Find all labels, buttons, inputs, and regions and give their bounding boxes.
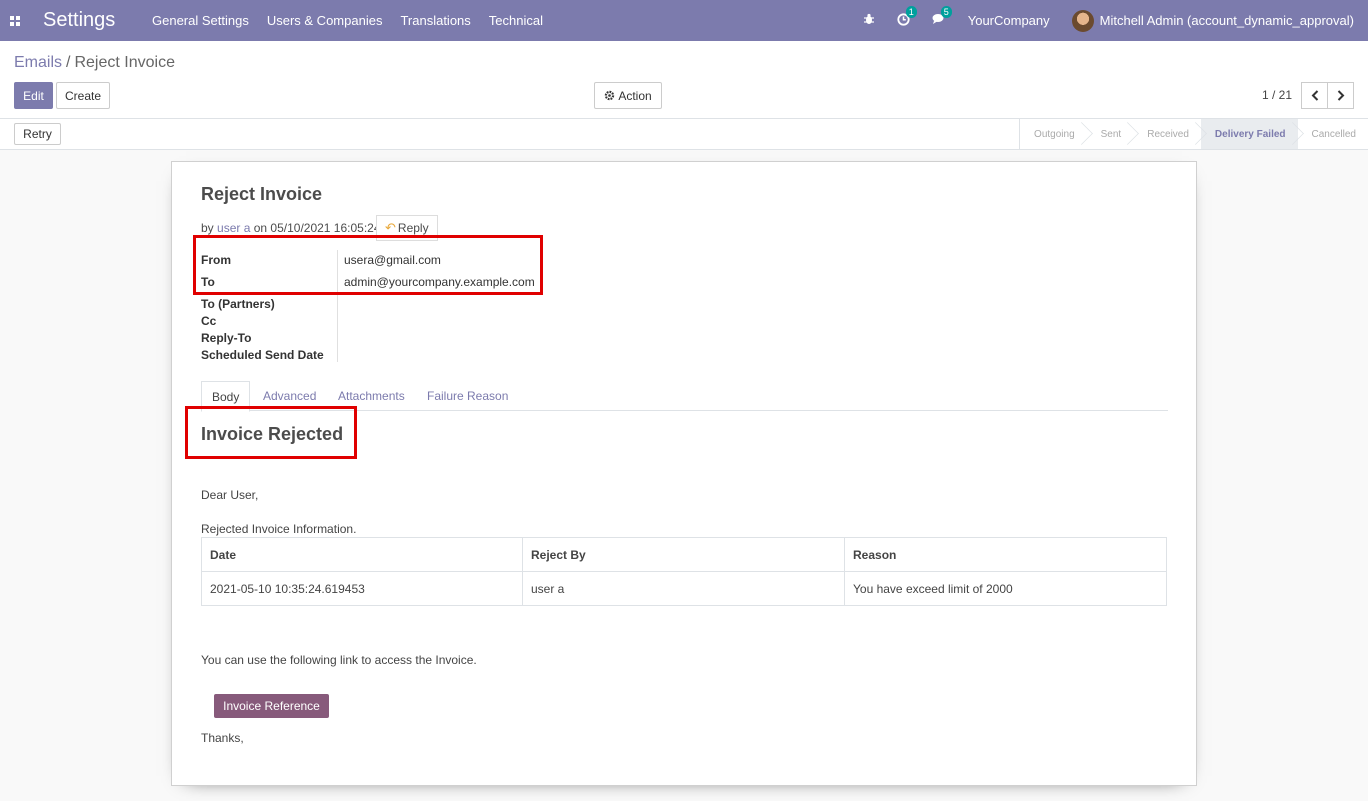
cell-reason: You have exceed limit of 2000 xyxy=(844,571,1167,606)
activity-badge: 1 xyxy=(905,5,917,18)
column-header-reject-by: Reject By xyxy=(522,537,845,572)
stage-outgoing[interactable]: Outgoing xyxy=(1020,119,1087,149)
body-link-text: You can use the following link to access… xyxy=(201,653,477,667)
highlight-box-from-to xyxy=(193,235,543,295)
form-sheet: Reject Invoice by user a on 05/10/2021 1… xyxy=(171,161,1197,786)
chevron-left-icon xyxy=(1311,90,1318,101)
cell-reject-by: user a xyxy=(522,571,845,606)
byline-date: on 05/10/2021 16:05:24 xyxy=(253,221,381,235)
breadcrumb-current: Reject Invoice xyxy=(74,54,175,71)
gear-icon xyxy=(605,90,615,101)
stage-sent[interactable]: Sent xyxy=(1087,119,1134,149)
cell-date: 2021-05-10 10:35:24.619453 xyxy=(201,571,523,606)
column-header-date: Date xyxy=(201,537,523,572)
stage-pipeline: Outgoing Sent Received Delivery Failed C… xyxy=(1019,119,1368,149)
chevron-right-icon xyxy=(1337,90,1344,101)
pager-previous-button[interactable] xyxy=(1301,82,1328,109)
create-button[interactable]: Create xyxy=(56,82,110,109)
messages-badge: 5 xyxy=(940,6,952,18)
body-info: Rejected Invoice Information. xyxy=(201,522,357,536)
user-name: Mitchell Admin (account_dynamic_approval… xyxy=(1099,13,1354,28)
field-label-reply-to: Reply-To xyxy=(201,331,252,345)
menu-technical[interactable]: Technical xyxy=(489,13,543,28)
body-thanks: Thanks, xyxy=(201,731,244,745)
tab-failure-reason[interactable]: Failure Reason xyxy=(427,381,508,411)
breadcrumb: Emails / Reject Invoice xyxy=(14,54,175,72)
apps-menu-icon[interactable] xyxy=(1,0,29,41)
reject-info-table: Date Reject By Reason 2021-05-10 10:35:2… xyxy=(201,537,1167,606)
pager-value[interactable]: 1 / 21 xyxy=(1262,88,1292,102)
author-link[interactable]: user a xyxy=(217,221,250,235)
user-avatar xyxy=(1071,9,1094,32)
control-panel: Emails / Reject Invoice Edit Create Action… xyxy=(0,41,1368,119)
highlight-box-heading xyxy=(185,406,357,459)
breadcrumb-separator: / xyxy=(66,54,71,71)
activity-clock-icon[interactable]: 1 xyxy=(897,5,917,29)
action-button[interactable]: Action xyxy=(594,82,662,109)
reply-label: Reply xyxy=(397,221,429,235)
byline-prefix: by xyxy=(201,221,214,235)
app-title: Settings xyxy=(43,9,116,31)
column-header-reason: Reason xyxy=(844,537,1167,572)
form-statusbar: Retry Outgoing Sent Received Delivery Fa… xyxy=(0,119,1368,150)
field-label-cc: Cc xyxy=(201,314,217,328)
action-label: Action xyxy=(618,88,652,103)
stage-delivery-failed[interactable]: Delivery Failed xyxy=(1200,119,1298,149)
invoice-reference-button[interactable]: Invoice Reference xyxy=(214,694,329,718)
user-menu[interactable]: Mitchell Admin (account_dynamic_approval… xyxy=(1071,9,1354,32)
table-row: 2021-05-10 10:35:24.619453 user a You ha… xyxy=(201,571,1167,606)
mail-subject: Reject Invoice xyxy=(201,184,323,204)
pager-next-button[interactable] xyxy=(1327,82,1354,109)
top-navbar: Settings General Settings Users & Compan… xyxy=(0,0,1368,41)
company-switcher[interactable]: YourCompany xyxy=(968,13,1050,28)
table-header-row: Date Reject By Reason xyxy=(201,537,1167,572)
reply-arrow-icon: ↶ xyxy=(385,220,396,235)
mail-byline: by user a on 05/10/2021 16:05:24 xyxy=(201,221,381,235)
field-label-to-partners: To (Partners) xyxy=(201,297,275,311)
breadcrumb-emails-link[interactable]: Emails xyxy=(14,54,62,71)
stage-received[interactable]: Received xyxy=(1133,119,1201,149)
menu-general-settings[interactable]: General Settings xyxy=(152,13,249,28)
menu-translations[interactable]: Translations xyxy=(400,13,470,28)
messages-chat-icon[interactable]: 5 xyxy=(932,6,952,28)
field-label-scheduled-send-date: Scheduled Send Date xyxy=(201,348,324,362)
debug-bug-icon[interactable] xyxy=(863,13,875,28)
retry-button[interactable]: Retry xyxy=(14,123,61,145)
menu-users-companies[interactable]: Users & Companies xyxy=(267,13,383,28)
stage-cancelled[interactable]: Cancelled xyxy=(1298,119,1368,149)
edit-button[interactable]: Edit xyxy=(14,82,53,109)
body-greeting: Dear User, xyxy=(201,488,259,502)
